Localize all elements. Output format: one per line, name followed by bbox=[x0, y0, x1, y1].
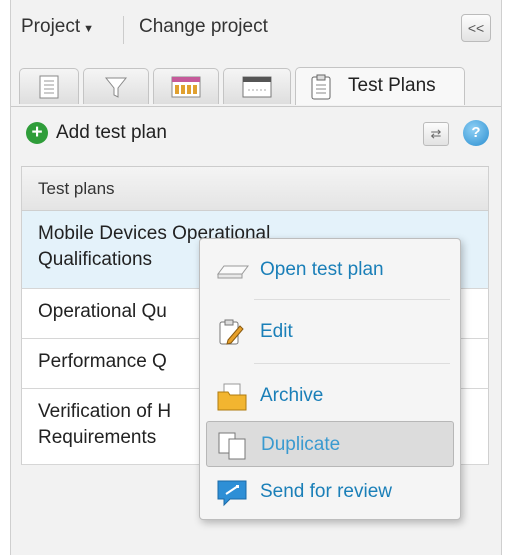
view-tabs: Test Plans bbox=[11, 64, 501, 107]
tab-test-plans-label: Test Plans bbox=[348, 75, 436, 96]
project-label: Project bbox=[21, 16, 81, 37]
menu-divider bbox=[254, 299, 450, 300]
duplicate-icon bbox=[218, 432, 246, 460]
clipboard-icon bbox=[311, 74, 331, 100]
board-icon bbox=[171, 76, 201, 97]
menu-item-label: Edit bbox=[260, 321, 293, 342]
archive-icon bbox=[217, 383, 247, 411]
project-menu-button[interactable]: Project ▼ bbox=[21, 16, 94, 38]
panel-header: Project ▼ Change project << bbox=[11, 0, 501, 58]
caret-down-icon: ▼ bbox=[83, 23, 95, 35]
sync-icon[interactable]: ⇄ bbox=[423, 122, 449, 146]
tab-board[interactable] bbox=[153, 68, 219, 104]
row-title: Verification of H bbox=[38, 401, 172, 422]
row-title: Operational Qu bbox=[38, 301, 167, 322]
menu-item-label: Send for review bbox=[260, 481, 393, 502]
change-project-link[interactable]: Change project bbox=[139, 16, 268, 38]
menu-item-duplicate[interactable]: Duplicate bbox=[206, 421, 454, 467]
menu-divider bbox=[254, 363, 450, 364]
list-icon bbox=[39, 75, 59, 98]
row-title: Performance Q bbox=[38, 351, 167, 372]
send-review-icon bbox=[217, 480, 247, 507]
header-divider bbox=[123, 16, 124, 44]
row-title-cont: Requirements bbox=[38, 427, 157, 448]
table-header: Test plans bbox=[21, 167, 489, 211]
menu-item-open-test-plan[interactable]: Open test plan bbox=[206, 247, 454, 293]
help-icon[interactable]: ? bbox=[463, 120, 489, 146]
tab-test-plans[interactable]: Test Plans bbox=[295, 67, 465, 105]
column-header-test-plans: Test plans bbox=[38, 179, 115, 198]
add-icon[interactable]: + bbox=[26, 122, 48, 144]
menu-item-archive[interactable]: Archive bbox=[206, 373, 454, 419]
menu-item-label: Archive bbox=[260, 385, 324, 406]
window-icon bbox=[242, 76, 272, 97]
open-icon bbox=[217, 265, 249, 279]
menu-item-send-for-review[interactable]: Send for review bbox=[206, 469, 454, 515]
context-menu: Open test plan Edit Archive Duplicate Se… bbox=[199, 238, 461, 520]
tab-window[interactable] bbox=[223, 68, 291, 104]
edit-icon bbox=[219, 319, 244, 345]
filter-icon bbox=[104, 77, 128, 98]
add-toolbar: + Add test plan ⇄ ? bbox=[11, 112, 501, 152]
menu-item-label: Open test plan bbox=[260, 259, 384, 280]
tab-filter[interactable] bbox=[83, 68, 149, 104]
double-chevron-left-icon[interactable]: << bbox=[461, 14, 491, 42]
tab-list-view[interactable] bbox=[19, 68, 79, 104]
menu-item-edit[interactable]: Edit bbox=[206, 309, 454, 355]
add-test-plan-link[interactable]: Add test plan bbox=[56, 122, 167, 144]
menu-item-label: Duplicate bbox=[261, 434, 341, 455]
